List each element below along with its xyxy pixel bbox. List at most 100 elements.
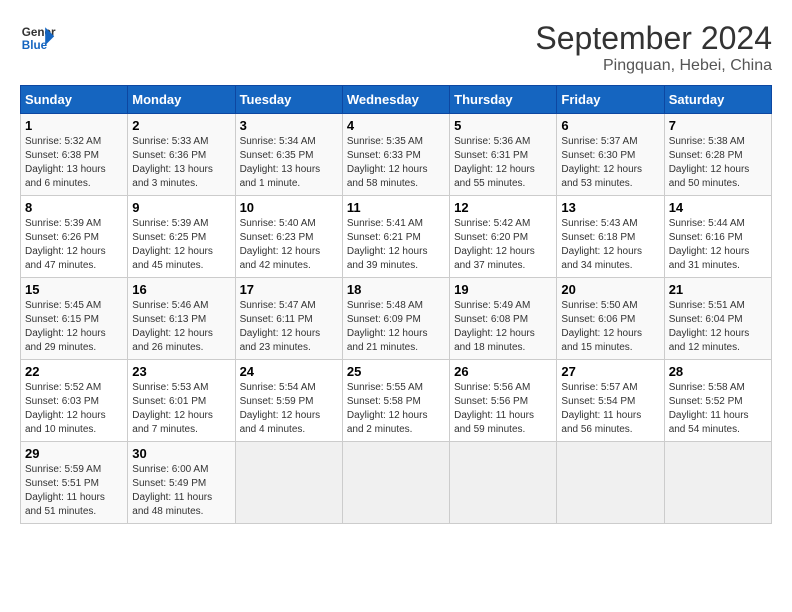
- calendar-cell: 25 Sunrise: 5:55 AMSunset: 5:58 PMDayligh…: [342, 360, 449, 442]
- day-number: 17: [240, 282, 338, 297]
- day-number: 24: [240, 364, 338, 379]
- day-number: 20: [561, 282, 659, 297]
- calendar-week-3: 15 Sunrise: 5:45 AMSunset: 6:15 PMDayligh…: [21, 278, 772, 360]
- calendar-cell: 11 Sunrise: 5:41 AMSunset: 6:21 PMDayligh…: [342, 196, 449, 278]
- calendar-week-1: 1 Sunrise: 5:32 AMSunset: 6:38 PMDaylight…: [21, 114, 772, 196]
- day-info: Sunrise: 5:36 AMSunset: 6:31 PMDaylight:…: [454, 135, 552, 191]
- calendar-cell: 1 Sunrise: 5:32 AMSunset: 6:38 PMDaylight…: [21, 114, 128, 196]
- day-info: Sunrise: 5:53 AMSunset: 6:01 PMDaylight:…: [132, 381, 230, 437]
- calendar-week-5: 29 Sunrise: 5:59 AMSunset: 5:51 PMDayligh…: [21, 442, 772, 524]
- day-info: Sunrise: 5:37 AMSunset: 6:30 PMDaylight:…: [561, 135, 659, 191]
- page-header: General Blue September 2024 Pingquan, He…: [20, 20, 772, 75]
- day-info: Sunrise: 5:59 AMSunset: 5:51 PMDaylight:…: [25, 463, 123, 519]
- day-number: 13: [561, 200, 659, 215]
- title-block: September 2024 Pingquan, Hebei, China: [535, 20, 772, 75]
- day-info: Sunrise: 5:52 AMSunset: 6:03 PMDaylight:…: [25, 381, 123, 437]
- logo-icon: General Blue: [20, 20, 56, 56]
- day-number: 12: [454, 200, 552, 215]
- day-info: Sunrise: 5:56 AMSunset: 5:56 PMDaylight:…: [454, 381, 552, 437]
- day-info: Sunrise: 5:45 AMSunset: 6:15 PMDaylight:…: [25, 299, 123, 355]
- day-number: 27: [561, 364, 659, 379]
- calendar-header-row: SundayMondayTuesdayWednesdayThursdayFrid…: [21, 86, 772, 114]
- calendar-cell: 15 Sunrise: 5:45 AMSunset: 6:15 PMDayligh…: [21, 278, 128, 360]
- calendar-cell: [235, 442, 342, 524]
- calendar-cell: 5 Sunrise: 5:36 AMSunset: 6:31 PMDaylight…: [450, 114, 557, 196]
- calendar-cell: 19 Sunrise: 5:49 AMSunset: 6:08 PMDayligh…: [450, 278, 557, 360]
- day-info: Sunrise: 5:54 AMSunset: 5:59 PMDaylight:…: [240, 381, 338, 437]
- calendar-cell: 7 Sunrise: 5:38 AMSunset: 6:28 PMDaylight…: [664, 114, 771, 196]
- day-info: Sunrise: 5:44 AMSunset: 6:16 PMDaylight:…: [669, 217, 767, 273]
- day-number: 19: [454, 282, 552, 297]
- col-header-sunday: Sunday: [21, 86, 128, 114]
- calendar-cell: 30Sunrise: 6:00 AMSunset: 5:49 PMDayligh…: [128, 442, 235, 524]
- col-header-friday: Friday: [557, 86, 664, 114]
- calendar-cell: 24 Sunrise: 5:54 AMSunset: 5:59 PMDayligh…: [235, 360, 342, 442]
- day-number: 22: [25, 364, 123, 379]
- day-info: Sunrise: 5:32 AMSunset: 6:38 PMDaylight:…: [25, 135, 123, 191]
- day-info: Sunrise: 5:39 AMSunset: 6:25 PMDaylight:…: [132, 217, 230, 273]
- svg-text:Blue: Blue: [22, 39, 48, 52]
- calendar-cell: 16 Sunrise: 5:46 AMSunset: 6:13 PMDayligh…: [128, 278, 235, 360]
- day-number: 10: [240, 200, 338, 215]
- day-info: Sunrise: 5:39 AMSunset: 6:26 PMDaylight:…: [25, 217, 123, 273]
- day-info: Sunrise: 5:48 AMSunset: 6:09 PMDaylight:…: [347, 299, 445, 355]
- day-info: Sunrise: 5:40 AMSunset: 6:23 PMDaylight:…: [240, 217, 338, 273]
- day-info: Sunrise: 5:49 AMSunset: 6:08 PMDaylight:…: [454, 299, 552, 355]
- day-number: 28: [669, 364, 767, 379]
- calendar-cell: 23 Sunrise: 5:53 AMSunset: 6:01 PMDayligh…: [128, 360, 235, 442]
- day-number: 23: [132, 364, 230, 379]
- day-number: 7: [669, 118, 767, 133]
- calendar-cell: 3Sunrise: 5:34 AMSunset: 6:35 PMDaylight…: [235, 114, 342, 196]
- month-title: September 2024: [535, 20, 772, 57]
- day-info: Sunrise: 5:46 AMSunset: 6:13 PMDaylight:…: [132, 299, 230, 355]
- calendar-cell: [664, 442, 771, 524]
- day-number: 11: [347, 200, 445, 215]
- day-info: Sunrise: 5:55 AMSunset: 5:58 PMDaylight:…: [347, 381, 445, 437]
- day-number: 16: [132, 282, 230, 297]
- day-info: Sunrise: 5:50 AMSunset: 6:06 PMDaylight:…: [561, 299, 659, 355]
- col-header-saturday: Saturday: [664, 86, 771, 114]
- calendar-cell: [342, 442, 449, 524]
- calendar-cell: 27Sunrise: 5:57 AMSunset: 5:54 PMDayligh…: [557, 360, 664, 442]
- day-number: 8: [25, 200, 123, 215]
- calendar-cell: [557, 442, 664, 524]
- day-number: 29: [25, 446, 123, 461]
- calendar-cell: 21Sunrise: 5:51 AMSunset: 6:04 PMDayligh…: [664, 278, 771, 360]
- day-number: 14: [669, 200, 767, 215]
- calendar-cell: 14 Sunrise: 5:44 AMSunset: 6:16 PMDayligh…: [664, 196, 771, 278]
- calendar-cell: 9 Sunrise: 5:39 AMSunset: 6:25 PMDaylight…: [128, 196, 235, 278]
- day-info: Sunrise: 5:42 AMSunset: 6:20 PMDaylight:…: [454, 217, 552, 273]
- calendar-cell: 13Sunrise: 5:43 AMSunset: 6:18 PMDayligh…: [557, 196, 664, 278]
- day-number: 26: [454, 364, 552, 379]
- calendar-week-4: 22 Sunrise: 5:52 AMSunset: 6:03 PMDayligh…: [21, 360, 772, 442]
- day-info: Sunrise: 5:58 AMSunset: 5:52 PMDaylight:…: [669, 381, 767, 437]
- calendar-cell: 12 Sunrise: 5:42 AMSunset: 6:20 PMDayligh…: [450, 196, 557, 278]
- day-number: 15: [25, 282, 123, 297]
- day-number: 4: [347, 118, 445, 133]
- calendar-cell: 10 Sunrise: 5:40 AMSunset: 6:23 PMDayligh…: [235, 196, 342, 278]
- day-info: Sunrise: 5:41 AMSunset: 6:21 PMDaylight:…: [347, 217, 445, 273]
- day-number: 25: [347, 364, 445, 379]
- col-header-tuesday: Tuesday: [235, 86, 342, 114]
- day-info: Sunrise: 5:34 AMSunset: 6:35 PMDaylight:…: [240, 135, 338, 191]
- calendar-cell: [450, 442, 557, 524]
- calendar-cell: 8 Sunrise: 5:39 AMSunset: 6:26 PMDaylight…: [21, 196, 128, 278]
- day-info: Sunrise: 5:38 AMSunset: 6:28 PMDaylight:…: [669, 135, 767, 191]
- day-number: 2: [132, 118, 230, 133]
- logo: General Blue: [20, 20, 56, 56]
- day-number: 30: [132, 446, 230, 461]
- calendar-table: SundayMondayTuesdayWednesdayThursdayFrid…: [20, 85, 772, 524]
- calendar-cell: 6Sunrise: 5:37 AMSunset: 6:30 PMDaylight…: [557, 114, 664, 196]
- day-number: 5: [454, 118, 552, 133]
- day-info: Sunrise: 5:47 AMSunset: 6:11 PMDaylight:…: [240, 299, 338, 355]
- day-number: 9: [132, 200, 230, 215]
- calendar-cell: 2Sunrise: 5:33 AMSunset: 6:36 PMDaylight…: [128, 114, 235, 196]
- col-header-monday: Monday: [128, 86, 235, 114]
- calendar-cell: 20 Sunrise: 5:50 AMSunset: 6:06 PMDayligh…: [557, 278, 664, 360]
- calendar-cell: 28 Sunrise: 5:58 AMSunset: 5:52 PMDayligh…: [664, 360, 771, 442]
- calendar-cell: 29 Sunrise: 5:59 AMSunset: 5:51 PMDayligh…: [21, 442, 128, 524]
- col-header-thursday: Thursday: [450, 86, 557, 114]
- calendar-cell: 18 Sunrise: 5:48 AMSunset: 6:09 PMDayligh…: [342, 278, 449, 360]
- day-number: 1: [25, 118, 123, 133]
- day-number: 18: [347, 282, 445, 297]
